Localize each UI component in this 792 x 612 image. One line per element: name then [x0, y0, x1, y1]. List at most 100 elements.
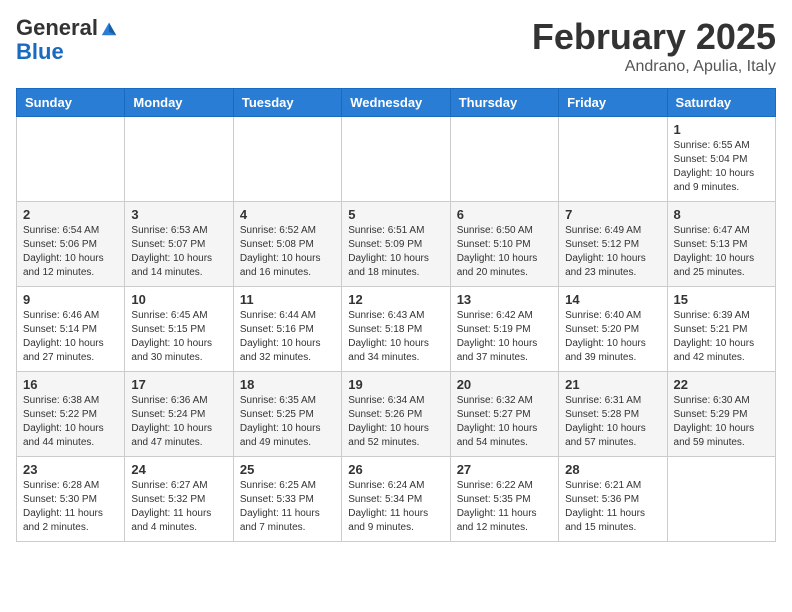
- page-header: General Blue February 2025 Andrano, Apul…: [16, 16, 776, 76]
- calendar-cell: 15 Sunrise: 6:39 AM Sunset: 5:21 PM Dayli…: [667, 287, 775, 372]
- logo-icon: [100, 19, 118, 37]
- day-info: Sunrise: 6:36 AM Sunset: 5:24 PM Dayligh…: [131, 394, 226, 450]
- day-number: 23: [23, 462, 118, 477]
- day-info: Sunrise: 6:44 AM Sunset: 5:16 PM Dayligh…: [240, 309, 335, 365]
- logo-blue: Blue: [16, 39, 64, 64]
- week-row-2: 2 Sunrise: 6:54 AM Sunset: 5:06 PM Daylig…: [17, 202, 776, 287]
- day-info: Sunrise: 6:35 AM Sunset: 5:25 PM Dayligh…: [240, 394, 335, 450]
- day-info: Sunrise: 6:51 AM Sunset: 5:09 PM Dayligh…: [348, 224, 443, 280]
- month-title: February 2025: [532, 16, 776, 58]
- calendar-cell: [450, 117, 558, 202]
- week-row-5: 23 Sunrise: 6:28 AM Sunset: 5:30 PM Dayli…: [17, 457, 776, 542]
- day-info: Sunrise: 6:39 AM Sunset: 5:21 PM Dayligh…: [674, 309, 769, 365]
- day-number: 17: [131, 377, 226, 392]
- calendar-cell: 8 Sunrise: 6:47 AM Sunset: 5:13 PM Daylig…: [667, 202, 775, 287]
- day-info: Sunrise: 6:31 AM Sunset: 5:28 PM Dayligh…: [565, 394, 660, 450]
- weekday-wednesday: Wednesday: [342, 89, 450, 117]
- calendar-cell: 25 Sunrise: 6:25 AM Sunset: 5:33 PM Dayli…: [233, 457, 341, 542]
- day-info: Sunrise: 6:53 AM Sunset: 5:07 PM Dayligh…: [131, 224, 226, 280]
- calendar-cell: 22Sunrise: 6:30 AM Sunset: 5:29 PM Dayli…: [667, 372, 775, 457]
- calendar-cell: 4 Sunrise: 6:52 AM Sunset: 5:08 PM Daylig…: [233, 202, 341, 287]
- day-info: Sunrise: 6:42 AM Sunset: 5:19 PM Dayligh…: [457, 309, 552, 365]
- day-number: 12: [348, 292, 443, 307]
- day-info: Sunrise: 6:30 AM Sunset: 5:29 PM Dayligh…: [674, 394, 769, 450]
- day-info: Sunrise: 6:46 AM Sunset: 5:14 PM Dayligh…: [23, 309, 118, 365]
- day-info: Sunrise: 6:28 AM Sunset: 5:30 PM Dayligh…: [23, 479, 118, 535]
- calendar-cell: [667, 457, 775, 542]
- day-number: 13: [457, 292, 552, 307]
- day-info: Sunrise: 6:47 AM Sunset: 5:13 PM Dayligh…: [674, 224, 769, 280]
- day-number: 18: [240, 377, 335, 392]
- week-row-4: 16Sunrise: 6:38 AM Sunset: 5:22 PM Dayli…: [17, 372, 776, 457]
- day-number: 16: [23, 377, 118, 392]
- weekday-saturday: Saturday: [667, 89, 775, 117]
- weekday-tuesday: Tuesday: [233, 89, 341, 117]
- calendar-cell: 17 Sunrise: 6:36 AM Sunset: 5:24 PM Dayli…: [125, 372, 233, 457]
- week-row-3: 9 Sunrise: 6:46 AM Sunset: 5:14 PM Daylig…: [17, 287, 776, 372]
- weekday-header-row: SundayMondayTuesdayWednesdayThursdayFrid…: [17, 89, 776, 117]
- day-info: Sunrise: 6:52 AM Sunset: 5:08 PM Dayligh…: [240, 224, 335, 280]
- day-number: 25: [240, 462, 335, 477]
- week-row-1: 1 Sunrise: 6:55 AM Sunset: 5:04 PM Daylig…: [17, 117, 776, 202]
- day-info: Sunrise: 6:25 AM Sunset: 5:33 PM Dayligh…: [240, 479, 335, 535]
- logo: General Blue: [16, 16, 118, 64]
- day-info: Sunrise: 6:43 AM Sunset: 5:18 PM Dayligh…: [348, 309, 443, 365]
- calendar-cell: [233, 117, 341, 202]
- day-number: 20: [457, 377, 552, 392]
- day-number: 11: [240, 292, 335, 307]
- day-info: Sunrise: 6:32 AM Sunset: 5:27 PM Dayligh…: [457, 394, 552, 450]
- location: Andrano, Apulia, Italy: [532, 58, 776, 76]
- day-number: 10: [131, 292, 226, 307]
- day-number: 5: [348, 207, 443, 222]
- day-number: 4: [240, 207, 335, 222]
- calendar-cell: 7 Sunrise: 6:49 AM Sunset: 5:12 PM Daylig…: [559, 202, 667, 287]
- day-info: Sunrise: 6:21 AM Sunset: 5:36 PM Dayligh…: [565, 479, 660, 535]
- calendar-cell: 11 Sunrise: 6:44 AM Sunset: 5:16 PM Dayli…: [233, 287, 341, 372]
- day-info: Sunrise: 6:54 AM Sunset: 5:06 PM Dayligh…: [23, 224, 118, 280]
- calendar-cell: 14 Sunrise: 6:40 AM Sunset: 5:20 PM Dayli…: [559, 287, 667, 372]
- day-number: 3: [131, 207, 226, 222]
- day-number: 26: [348, 462, 443, 477]
- calendar-cell: 27 Sunrise: 6:22 AM Sunset: 5:35 PM Dayli…: [450, 457, 558, 542]
- day-number: 14: [565, 292, 660, 307]
- day-number: 19: [348, 377, 443, 392]
- calendar-cell: 3 Sunrise: 6:53 AM Sunset: 5:07 PM Daylig…: [125, 202, 233, 287]
- day-number: 15: [674, 292, 769, 307]
- day-info: Sunrise: 6:55 AM Sunset: 5:04 PM Dayligh…: [674, 139, 769, 195]
- calendar-cell: 23 Sunrise: 6:28 AM Sunset: 5:30 PM Dayli…: [17, 457, 125, 542]
- day-number: 1: [674, 122, 769, 137]
- calendar-cell: 26 Sunrise: 6:24 AM Sunset: 5:34 PM Dayli…: [342, 457, 450, 542]
- calendar-cell: 21Sunrise: 6:31 AM Sunset: 5:28 PM Dayli…: [559, 372, 667, 457]
- calendar-cell: 10 Sunrise: 6:45 AM Sunset: 5:15 PM Dayli…: [125, 287, 233, 372]
- calendar-cell: 20 Sunrise: 6:32 AM Sunset: 5:27 PM Dayli…: [450, 372, 558, 457]
- day-number: 8: [674, 207, 769, 222]
- calendar-cell: 5 Sunrise: 6:51 AM Sunset: 5:09 PM Daylig…: [342, 202, 450, 287]
- calendar-cell: 9 Sunrise: 6:46 AM Sunset: 5:14 PM Daylig…: [17, 287, 125, 372]
- calendar-cell: 28 Sunrise: 6:21 AM Sunset: 5:36 PM Dayli…: [559, 457, 667, 542]
- day-number: 9: [23, 292, 118, 307]
- day-info: Sunrise: 6:45 AM Sunset: 5:15 PM Dayligh…: [131, 309, 226, 365]
- title-section: February 2025 Andrano, Apulia, Italy: [532, 16, 776, 76]
- day-number: 2: [23, 207, 118, 222]
- day-number: 6: [457, 207, 552, 222]
- day-info: Sunrise: 6:50 AM Sunset: 5:10 PM Dayligh…: [457, 224, 552, 280]
- calendar-cell: 2 Sunrise: 6:54 AM Sunset: 5:06 PM Daylig…: [17, 202, 125, 287]
- calendar-cell: [17, 117, 125, 202]
- day-info: Sunrise: 6:49 AM Sunset: 5:12 PM Dayligh…: [565, 224, 660, 280]
- weekday-sunday: Sunday: [17, 89, 125, 117]
- day-info: Sunrise: 6:34 AM Sunset: 5:26 PM Dayligh…: [348, 394, 443, 450]
- calendar-cell: 24 Sunrise: 6:27 AM Sunset: 5:32 PM Dayli…: [125, 457, 233, 542]
- day-number: 27: [457, 462, 552, 477]
- calendar-cell: [125, 117, 233, 202]
- day-info: Sunrise: 6:22 AM Sunset: 5:35 PM Dayligh…: [457, 479, 552, 535]
- weekday-thursday: Thursday: [450, 89, 558, 117]
- day-info: Sunrise: 6:27 AM Sunset: 5:32 PM Dayligh…: [131, 479, 226, 535]
- day-number: 28: [565, 462, 660, 477]
- calendar-cell: 18 Sunrise: 6:35 AM Sunset: 5:25 PM Dayli…: [233, 372, 341, 457]
- day-number: 24: [131, 462, 226, 477]
- day-number: 7: [565, 207, 660, 222]
- day-info: Sunrise: 6:40 AM Sunset: 5:20 PM Dayligh…: [565, 309, 660, 365]
- weekday-friday: Friday: [559, 89, 667, 117]
- calendar-cell: 6 Sunrise: 6:50 AM Sunset: 5:10 PM Daylig…: [450, 202, 558, 287]
- day-info: Sunrise: 6:24 AM Sunset: 5:34 PM Dayligh…: [348, 479, 443, 535]
